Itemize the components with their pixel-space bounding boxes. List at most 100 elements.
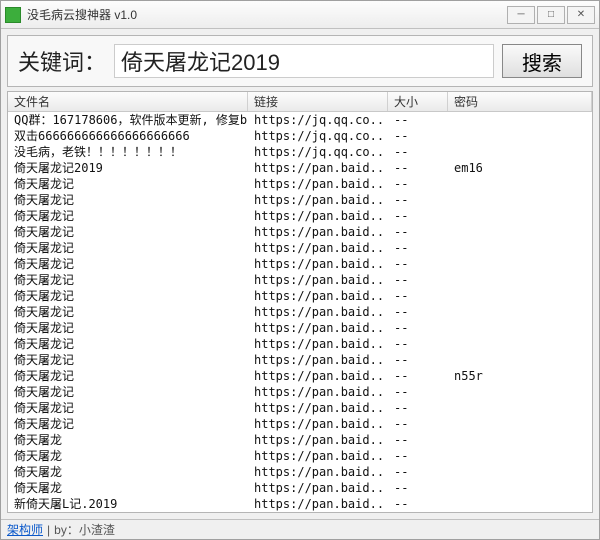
cell-name: 倚天屠龙记 <box>8 400 248 416</box>
cell-pwd <box>448 176 592 192</box>
cell-link: https://pan.baid.. <box>248 416 388 432</box>
table-row[interactable]: 倚天屠龙https://pan.baid..-- <box>8 448 592 464</box>
col-header-link[interactable]: 链接 <box>248 92 388 111</box>
search-button[interactable]: 搜索 <box>502 44 582 78</box>
table-row[interactable]: 倚天屠龙记https://pan.baid..-- <box>8 352 592 368</box>
table-header: 文件名 链接 大小 密码 <box>8 92 592 112</box>
table-row[interactable]: 倚天屠龙记https://pan.baid..-- <box>8 336 592 352</box>
cell-name: 倚天屠龙 <box>8 464 248 480</box>
cell-name: 倚天屠龙 <box>8 480 248 496</box>
cell-link: https://pan.baid.. <box>248 176 388 192</box>
table-row[interactable]: 双击666666666666666666666https://jq.qq.co.… <box>8 128 592 144</box>
keyword-input[interactable] <box>114 44 494 78</box>
app-icon <box>5 7 21 23</box>
table-row[interactable]: 倚天屠龙记https://pan.baid..-- <box>8 304 592 320</box>
cell-name: 倚天屠龙记 <box>8 320 248 336</box>
app-window: 没毛病云搜神器 v1.0 ─ □ ✕ 关键词： 搜索 文件名 链接 大小 密码 … <box>0 0 600 540</box>
cell-size: -- <box>388 208 448 224</box>
cell-link: https://jq.qq.co.. <box>248 128 388 144</box>
maximize-button[interactable]: □ <box>537 6 565 24</box>
col-header-password[interactable]: 密码 <box>448 92 592 111</box>
table-row[interactable]: 倚天屠龙记https://pan.baid..-- <box>8 192 592 208</box>
table-row[interactable]: 倚天屠龙https://pan.baid..-- <box>8 464 592 480</box>
cell-size: -- <box>388 176 448 192</box>
cell-name: 倚天屠龙记 <box>8 208 248 224</box>
window-title: 没毛病云搜神器 v1.0 <box>27 6 507 23</box>
status-author: by：小渣渣 <box>54 521 115 538</box>
table-row[interactable]: 倚天屠龙记https://pan.baid..-- <box>8 288 592 304</box>
cell-name: 倚天屠龙记 <box>8 368 248 384</box>
cell-size: -- <box>388 496 448 512</box>
col-header-size[interactable]: 大小 <box>388 92 448 111</box>
cell-link: https://pan.baid.. <box>248 304 388 320</box>
cell-size: -- <box>388 320 448 336</box>
table-row[interactable]: 倚天屠龙记https://pan.baid..--n55r <box>8 368 592 384</box>
status-link[interactable]: 架构师 <box>7 521 43 538</box>
cell-pwd <box>448 304 592 320</box>
cell-pwd: n55r <box>448 368 592 384</box>
cell-link: https://pan.baid.. <box>248 336 388 352</box>
table-row[interactable]: 倚天屠龙https://pan.baid..-- <box>8 480 592 496</box>
cell-pwd <box>448 480 592 496</box>
col-header-filename[interactable]: 文件名 <box>8 92 248 111</box>
cell-name: 倚天屠龙 <box>8 448 248 464</box>
search-panel: 关键词： 搜索 <box>7 35 593 87</box>
cell-size: -- <box>388 336 448 352</box>
cell-size: -- <box>388 272 448 288</box>
cell-name: 没毛病，老铁！！！！！！！！ <box>8 144 248 160</box>
table-row[interactable]: QQ群：167178606，软件版本更新, 修复bug..https://jq.… <box>8 112 592 128</box>
cell-name: 倚天屠龙记 <box>8 352 248 368</box>
table-row[interactable]: 倚天屠龙记https://pan.baid..-- <box>8 384 592 400</box>
cell-link: https://pan.baid.. <box>248 224 388 240</box>
cell-name: 倚天屠龙记 <box>8 336 248 352</box>
table-row[interactable]: 倚天屠龙记https://pan.baid..-- <box>8 208 592 224</box>
cell-pwd <box>448 464 592 480</box>
minimize-button[interactable]: ─ <box>507 6 535 24</box>
cell-pwd <box>448 432 592 448</box>
cell-size: -- <box>388 384 448 400</box>
table-row[interactable]: 新倚天屠L记.2019https://pan.baid..-- <box>8 496 592 512</box>
cell-name: QQ群：167178606，软件版本更新, 修复bug.. <box>8 112 248 128</box>
cell-size: -- <box>388 416 448 432</box>
close-button[interactable]: ✕ <box>567 6 595 24</box>
table-row[interactable]: 倚天屠龙https://pan.baid..-- <box>8 432 592 448</box>
table-body[interactable]: QQ群：167178606，软件版本更新, 修复bug..https://jq.… <box>8 112 592 512</box>
cell-link: https://pan.baid.. <box>248 384 388 400</box>
table-row[interactable]: 没毛病，老铁！！！！！！！！https://jq.qq.co..-- <box>8 144 592 160</box>
cell-pwd <box>448 416 592 432</box>
cell-size: -- <box>388 128 448 144</box>
table-row[interactable]: 倚天屠龙记2019https://pan.baid..--em16 <box>8 160 592 176</box>
cell-link: https://pan.baid.. <box>248 160 388 176</box>
cell-link: https://pan.baid.. <box>248 496 388 512</box>
table-row[interactable]: 倚天屠龙记https://pan.baid..-- <box>8 240 592 256</box>
cell-pwd <box>448 240 592 256</box>
cell-pwd <box>448 352 592 368</box>
table-row[interactable]: 倚天屠龙记https://pan.baid..-- <box>8 416 592 432</box>
keyword-label: 关键词： <box>18 45 106 77</box>
table-row[interactable]: 倚天屠龙记https://pan.baid..-- <box>8 224 592 240</box>
cell-link: https://pan.baid.. <box>248 448 388 464</box>
cell-name: 新倚天屠L记.2019 <box>8 496 248 512</box>
cell-pwd <box>448 320 592 336</box>
cell-pwd <box>448 272 592 288</box>
cell-link: https://pan.baid.. <box>248 368 388 384</box>
cell-size: -- <box>388 400 448 416</box>
content-area: 关键词： 搜索 文件名 链接 大小 密码 QQ群：167178606，软件版本更… <box>1 29 599 519</box>
table-row[interactable]: 倚天屠龙记https://pan.baid..-- <box>8 176 592 192</box>
cell-name: 倚天屠龙记 <box>8 304 248 320</box>
table-row[interactable]: 倚天屠龙记https://pan.baid..-- <box>8 272 592 288</box>
cell-name: 倚天屠龙记2019 <box>8 160 248 176</box>
cell-size: -- <box>388 256 448 272</box>
cell-link: https://pan.baid.. <box>248 320 388 336</box>
table-row[interactable]: 倚天屠龙记https://pan.baid..-- <box>8 400 592 416</box>
cell-name: 倚天屠龙记 <box>8 288 248 304</box>
table-row[interactable]: 倚天屠龙记https://pan.baid..-- <box>8 256 592 272</box>
cell-name: 倚天屠龙记 <box>8 256 248 272</box>
table-row[interactable]: 倚天屠龙记https://pan.baid..-- <box>8 320 592 336</box>
cell-name: 双击666666666666666666666 <box>8 128 248 144</box>
cell-name: 倚天屠龙记 <box>8 416 248 432</box>
cell-name: 倚天屠龙记 <box>8 224 248 240</box>
cell-size: -- <box>388 304 448 320</box>
titlebar[interactable]: 没毛病云搜神器 v1.0 ─ □ ✕ <box>1 1 599 29</box>
cell-link: https://jq.qq.co.. <box>248 112 388 128</box>
